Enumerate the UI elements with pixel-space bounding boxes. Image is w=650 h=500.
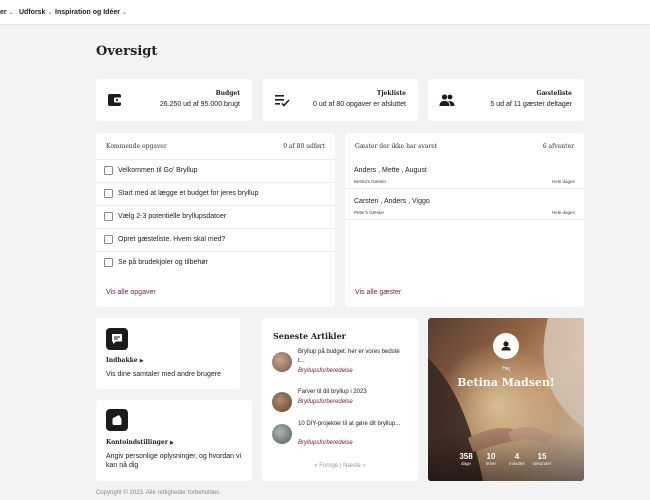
task-checkbox[interactable]	[104, 189, 113, 198]
page-title: Oversigt	[96, 44, 158, 59]
profile-name: Betina Madsen!	[457, 376, 555, 389]
guest-group-row[interactable]: Carsten , Anders , Viggo Peter's Gæster …	[345, 193, 584, 220]
task-item[interactable]: Start med at lægge et budget for jeres b…	[96, 182, 335, 205]
next-page-link[interactable]: Næste »	[343, 463, 366, 469]
nav-label: Inspiration og Idéer	[55, 9, 120, 16]
nav-item-inspiration[interactable]: Inspiration og Idéer ⌄	[55, 9, 127, 16]
wallet-icon	[108, 94, 122, 106]
checklist-value: 0 ud af 80 opgaver er afsluttet	[312, 101, 406, 108]
pending-guests-card: Gæster der ikke har svaret 6 afventer An…	[345, 133, 584, 307]
avatar[interactable]	[493, 333, 519, 359]
article-item[interactable]: Bryllup på budget: her er vores bedste t…	[272, 348, 410, 384]
pagination-separator: |	[339, 463, 342, 469]
article-thumbnail	[272, 424, 292, 444]
task-label: Se på brudekjoler og tilbehør	[118, 259, 208, 266]
task-list: Velkommen til Go' Bryllup Start med at l…	[96, 159, 335, 274]
tasks-count: 0 af 80 udført	[283, 143, 325, 150]
article-title: 10 DIY-projekter til at gøre dit bryllup…	[298, 421, 401, 427]
greeting: Hej	[502, 366, 510, 372]
latest-articles-card: Seneste Artikler Bryllup på budget: her …	[262, 318, 418, 481]
checklist-title: Tjekliste	[376, 90, 406, 97]
budget-value: 26.250 ud af 95.000 brugt	[159, 101, 240, 108]
article-thumbnail	[272, 352, 292, 372]
guest-group-row[interactable]: Anders , Mette , August Betina's Gæster …	[345, 162, 584, 189]
article-title: Bryllup på budget: her er vores bedste t…	[298, 349, 400, 364]
article-category[interactable]: Bryllupsforberedelse	[298, 399, 353, 405]
caret-right-icon: ▶	[139, 358, 144, 364]
article-pagination: « Forrige | Næste »	[262, 463, 418, 469]
guestlist-title: Gæsteliste	[536, 90, 572, 97]
checklist-card[interactable]: Tjekliste 0 ud af 80 opgaver er afslutte…	[263, 79, 418, 121]
profile-countdown-card: Hej Betina Madsen! 358 dage 10 timer 4 minu…	[428, 318, 584, 481]
chevron-down-icon: ⌄	[121, 10, 127, 16]
task-label: Opret gæsteliste. Hvem skal med?	[118, 236, 226, 243]
countdown-value: 15	[537, 452, 547, 461]
guest-names: Carsten , Anders , Viggo	[354, 198, 430, 205]
inbox-title: Indbakke	[106, 357, 138, 364]
footer-copyright: Copyright © 2023. Alle rettigheder forbe…	[96, 490, 221, 496]
nav-item-udforsk[interactable]: Udforsk ⌄	[19, 9, 52, 16]
chevron-down-icon: ⌄	[8, 10, 14, 16]
previous-page-link[interactable]: « Forrige	[314, 463, 338, 469]
account-settings-card[interactable]: Kontoindstillinger ▶ Angiv personlige op…	[96, 400, 252, 481]
article-category[interactable]: Bryllupsforberedelse	[298, 368, 353, 374]
nav-label: Udforsk	[19, 9, 46, 16]
guest-time: Hele dagen	[551, 210, 575, 215]
budget-title: Budget	[215, 90, 240, 97]
article-item[interactable]: 10 DIY-projekter til at gøre dit bryllup…	[272, 420, 410, 456]
task-label: Vælg 2-3 potentielle bryllupsdatoer	[118, 213, 227, 220]
people-icon	[439, 94, 455, 106]
task-label: Start med at lægge et budget for jeres b…	[118, 190, 259, 197]
task-checkbox[interactable]	[104, 258, 113, 267]
guestlist-value: 5 ud af 11 gæster deltager	[490, 101, 572, 108]
pending-guests-count: 6 afventer	[542, 143, 574, 150]
article-thumbnail	[272, 392, 292, 412]
chat-icon	[106, 328, 128, 350]
inbox-title-wrap: Indbakke ▶	[106, 357, 144, 364]
budget-card[interactable]: Budget 26.250 ud af 95.000 brugt	[96, 79, 252, 121]
upcoming-tasks-card: Kommende opgaver 0 af 80 udført Velkomme…	[96, 133, 335, 307]
nav-label: ler	[0, 9, 7, 16]
checklist-icon	[275, 95, 290, 107]
guestlist-card[interactable]: Gæsteliste 5 ud af 11 gæster deltager	[428, 79, 584, 121]
guest-time: Hele dagen	[551, 179, 575, 184]
pending-guests-title: Gæster der ikke har svaret	[355, 143, 438, 150]
inbox-description: Vis dine samtaler med andre brugere	[106, 371, 222, 378]
task-checkbox[interactable]	[104, 212, 113, 221]
guest-group: Peter's Gæster	[354, 210, 385, 215]
task-item[interactable]: Vælg 2-3 potentielle bryllupsdatoer	[96, 205, 335, 228]
countdown-unit: sekunder	[532, 461, 552, 466]
wallet-bag-icon	[106, 409, 128, 431]
task-label: Velkommen til Go' Bryllup	[118, 167, 198, 174]
article-item[interactable]: Farver til dit bryllup i 2023 Bryllupsfo…	[272, 388, 410, 424]
view-all-tasks-link[interactable]: Vis alle opgaver	[106, 289, 156, 296]
caret-right-icon: ▶	[169, 440, 174, 446]
view-all-guests-link[interactable]: Vis alle gæster	[355, 289, 401, 296]
account-title-wrap: Kontoindstillinger ▶	[106, 439, 174, 446]
user-icon	[501, 341, 511, 351]
account-title: Kontoindstillinger	[106, 439, 168, 446]
article-title: Farver til dit bryllup i 2023	[298, 389, 367, 395]
tasks-title: Kommende opgaver	[106, 143, 167, 150]
chevron-down-icon: ⌄	[47, 10, 53, 16]
task-item[interactable]: Opret gæsteliste. Hvem skal med?	[96, 228, 335, 251]
articles-title: Seneste Artikler	[273, 331, 346, 341]
guest-names: Anders , Mette , August	[354, 167, 427, 174]
task-checkbox[interactable]	[104, 166, 113, 175]
task-item[interactable]: Velkommen til Go' Bryllup	[96, 159, 335, 182]
task-item[interactable]: Se på brudekjoler og tilbehør	[96, 251, 335, 274]
task-checkbox[interactable]	[104, 235, 113, 244]
guest-group: Betina's Gæster	[354, 179, 387, 184]
nav-item-planner[interactable]: ler⌄	[0, 9, 14, 16]
countdown-seconds: 15 sekunder	[525, 452, 559, 466]
top-navigation: ler⌄ Udforsk⌄ Inspiration og Idéer⌄	[0, 0, 650, 25]
article-category[interactable]: Bryllupsforberedelse	[298, 440, 353, 446]
inbox-card[interactable]: Indbakke ▶ Vis dine samtaler med andre b…	[96, 318, 240, 389]
account-description: Angiv personlige oplysninger, og hvordan…	[106, 453, 242, 469]
